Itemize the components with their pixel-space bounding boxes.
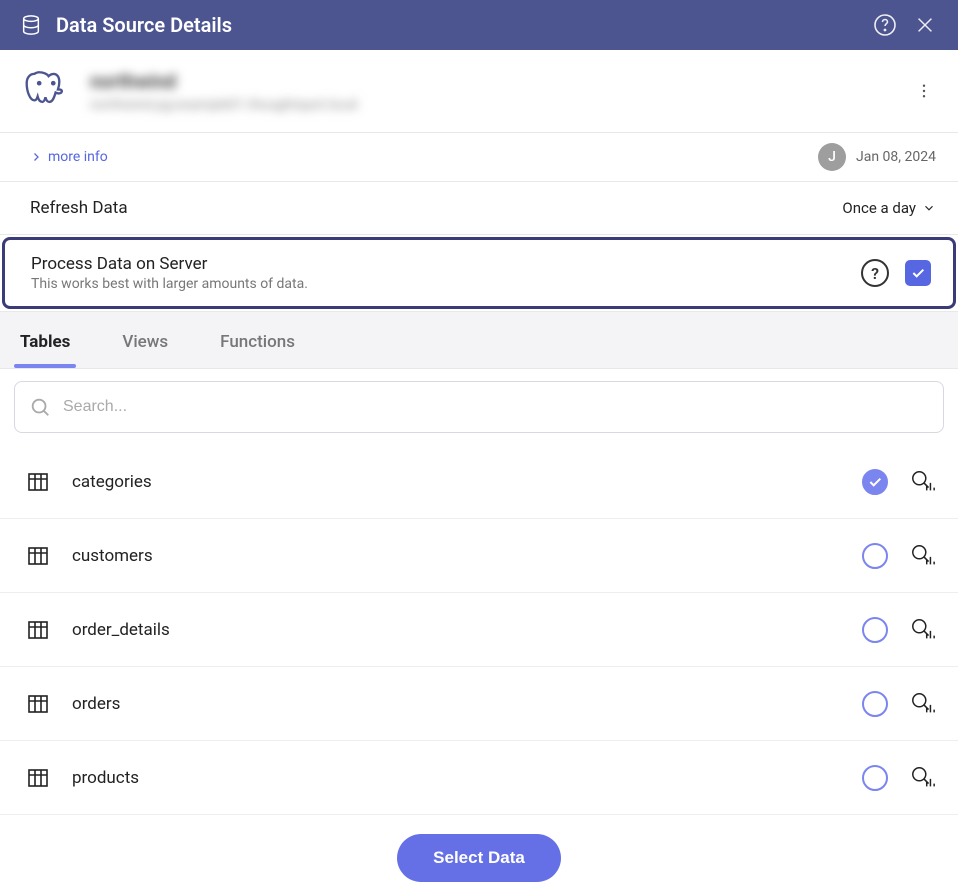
- select-data-button[interactable]: Select Data: [397, 834, 561, 882]
- table-icon: [26, 692, 50, 716]
- table-name: order_details: [72, 620, 840, 640]
- close-icon[interactable]: [912, 12, 938, 38]
- analyze-icon[interactable]: [910, 469, 936, 495]
- owner-avatar[interactable]: J: [818, 143, 846, 171]
- analyze-icon[interactable]: [910, 691, 936, 717]
- footer: Select Data: [0, 834, 958, 882]
- table-icon: [26, 618, 50, 642]
- more-info-label: more info: [48, 149, 108, 165]
- tabs-bar: Tables Views Functions: [0, 311, 958, 369]
- more-info-link[interactable]: more info: [30, 149, 108, 165]
- table-row: products: [0, 741, 958, 815]
- help-icon[interactable]: [872, 12, 898, 38]
- table-row: order_details: [0, 593, 958, 667]
- table-row: categories: [0, 445, 958, 519]
- datasource-name: northwind: [90, 70, 358, 93]
- datasource-header: northwind northwind.pg-example01.thought…: [0, 50, 958, 133]
- refresh-frequency-value: Once a day: [842, 199, 916, 217]
- search-icon: [29, 396, 51, 418]
- table-select-toggle[interactable]: [862, 765, 888, 791]
- table-icon: [26, 544, 50, 568]
- process-data-section: Process Data on Server This works best w…: [2, 237, 956, 309]
- table-name: categories: [72, 472, 840, 492]
- table-select-toggle[interactable]: [862, 543, 888, 569]
- tab-views[interactable]: Views: [116, 314, 174, 366]
- search-input[interactable]: [63, 398, 929, 416]
- chevron-down-icon: [922, 201, 936, 215]
- analyze-icon[interactable]: [910, 543, 936, 569]
- table-row: customers: [0, 519, 958, 593]
- meta-row: more info J Jan 08, 2024: [0, 133, 958, 182]
- process-help-icon[interactable]: ?: [861, 259, 889, 287]
- table-select-toggle[interactable]: [862, 617, 888, 643]
- refresh-frequency-select[interactable]: Once a day: [842, 199, 936, 217]
- process-data-checkbox[interactable]: [905, 260, 931, 286]
- table-name: products: [72, 768, 840, 788]
- analyze-icon[interactable]: [910, 765, 936, 791]
- table-list: categories customers order_details order…: [0, 445, 958, 815]
- kebab-menu-icon[interactable]: [912, 79, 936, 103]
- tab-tables[interactable]: Tables: [14, 314, 76, 366]
- search-box[interactable]: [14, 381, 944, 433]
- table-icon: [26, 470, 50, 494]
- refresh-row: Refresh Data Once a day: [0, 182, 958, 235]
- database-icon: [20, 14, 42, 36]
- process-data-subtitle: This works best with larger amounts of d…: [31, 276, 308, 292]
- table-name: orders: [72, 694, 840, 714]
- tab-functions[interactable]: Functions: [214, 314, 301, 366]
- table-select-toggle[interactable]: [862, 469, 888, 495]
- modified-date: Jan 08, 2024: [856, 149, 936, 165]
- table-icon: [26, 766, 50, 790]
- table-name: customers: [72, 546, 840, 566]
- table-select-toggle[interactable]: [862, 691, 888, 717]
- analyze-icon[interactable]: [910, 617, 936, 643]
- process-data-title: Process Data on Server: [31, 254, 308, 274]
- datasource-subtitle: northwind.pg-example01.thoughtspot.local: [90, 97, 358, 113]
- refresh-label: Refresh Data: [30, 198, 128, 218]
- page-title: Data Source Details: [56, 13, 232, 37]
- table-row: orders: [0, 667, 958, 741]
- title-bar: Data Source Details: [0, 0, 958, 50]
- postgresql-logo-icon: [22, 66, 72, 116]
- chevron-right-icon: [30, 151, 42, 163]
